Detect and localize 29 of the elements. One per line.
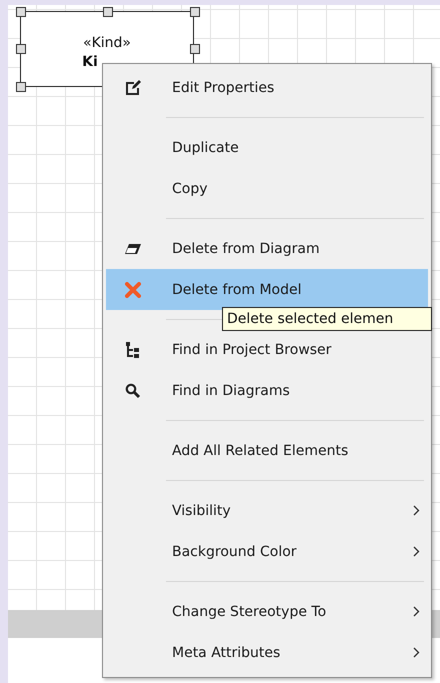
resize-handle[interactable] (16, 44, 26, 54)
chevron-right-icon (413, 546, 420, 557)
delete-icon (125, 282, 141, 298)
search-icon (125, 382, 141, 398)
resize-handle[interactable] (16, 82, 26, 92)
menu-item[interactable]: Background Color (106, 531, 428, 572)
chevron-right-icon (413, 647, 420, 658)
node-name: Ki (82, 53, 98, 72)
resize-handle[interactable] (103, 7, 113, 17)
tree-icon (125, 340, 141, 358)
menu-item[interactable]: Add All Related Elements (106, 430, 428, 471)
chevron-right-icon (413, 606, 420, 617)
menu-item[interactable]: Find in Diagrams (106, 370, 428, 411)
resize-handle[interactable] (16, 7, 26, 17)
eraser-icon (124, 242, 142, 256)
menu-item[interactable]: Visibility (106, 490, 428, 531)
resize-handle[interactable] (190, 44, 200, 54)
menu-item[interactable]: Change Stereotype To (106, 591, 428, 632)
menu-item[interactable]: Meta Attributes (106, 632, 428, 673)
menu-item[interactable]: Find in Project Browser (106, 329, 428, 370)
edit-icon (124, 78, 142, 96)
node-stereotype: «Kind» (83, 34, 131, 53)
menu-item[interactable]: Delete from Model (106, 269, 428, 310)
chevron-right-icon (413, 505, 420, 516)
resize-handle[interactable] (190, 7, 200, 17)
tooltip: Delete selected elemen (222, 307, 432, 331)
menu-item[interactable]: Delete from Diagram (106, 228, 428, 269)
menu-item[interactable]: Duplicate (106, 127, 428, 168)
menu-item[interactable]: Copy (106, 168, 428, 209)
